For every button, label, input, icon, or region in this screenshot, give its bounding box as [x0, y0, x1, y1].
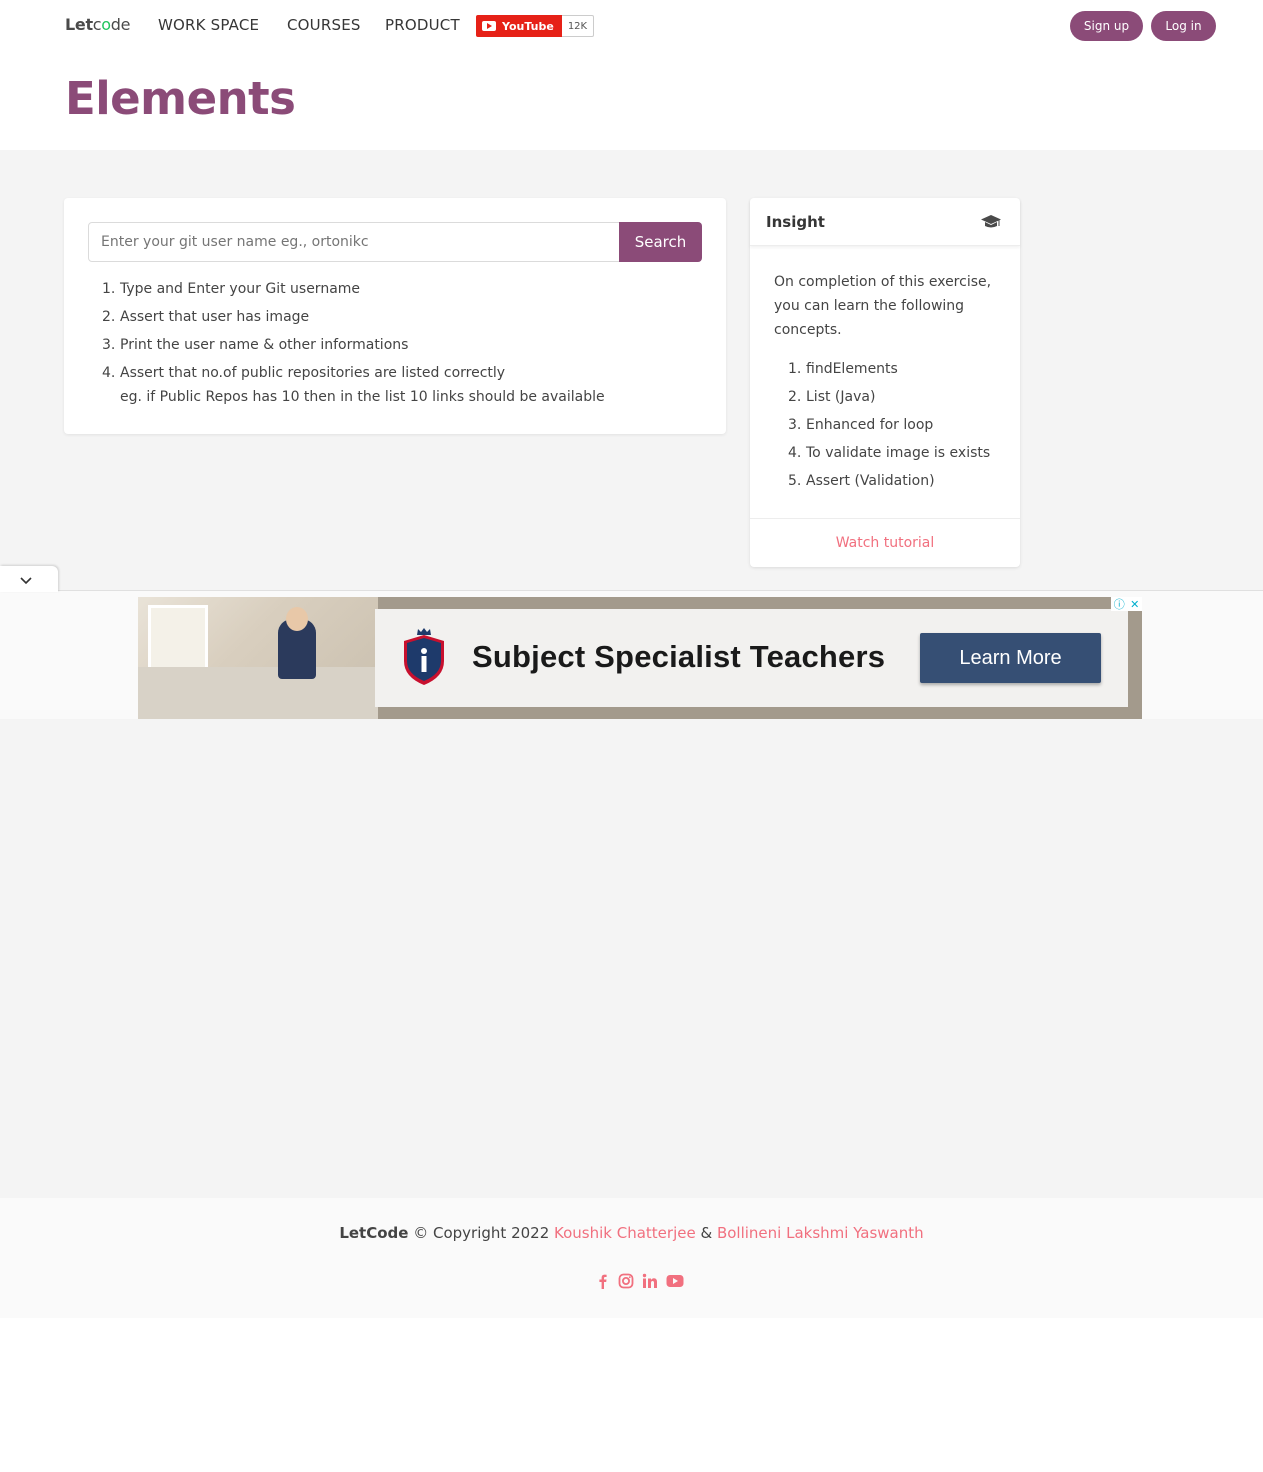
- footer-brand: LetCode: [339, 1224, 409, 1242]
- search-button[interactable]: Search: [619, 222, 702, 262]
- nav-workspace[interactable]: WORK SPACE: [158, 16, 259, 34]
- shield-logo-icon: [404, 628, 444, 685]
- ad-photo-sofa: [138, 667, 378, 719]
- insight-header: Insight: [750, 198, 1020, 246]
- step-text: Print the user name & other informations: [120, 337, 409, 353]
- ad-banner[interactable]: Subject Specialist Teachers Learn More ⓘ…: [138, 597, 1142, 719]
- step-text: Assert that user has image: [120, 309, 310, 325]
- concept-text: findElements: [806, 361, 898, 377]
- concept-number: 5.: [788, 473, 802, 489]
- login-button[interactable]: Log in: [1151, 11, 1216, 41]
- list-item: 5. Assert (Validation): [788, 470, 990, 498]
- youtube-subscriber-count: 12K: [561, 15, 595, 37]
- list-item: 1. Type and Enter your Git username: [102, 278, 505, 306]
- logo-let: Let: [65, 15, 93, 34]
- ad-collapse-tab[interactable]: [0, 566, 58, 592]
- page-title: Elements: [65, 72, 296, 125]
- signup-button[interactable]: Sign up: [1070, 11, 1143, 41]
- youtube-label: YouTube: [476, 15, 562, 37]
- logo-o: o: [101, 15, 111, 34]
- facebook-icon[interactable]: [596, 1273, 610, 1289]
- ampersand: &: [695, 1224, 717, 1242]
- youtube-subscribe-button[interactable]: YouTube 12K: [476, 15, 595, 37]
- copyright-line: LetCode © Copyright 2022 Koushik Chatter…: [0, 1224, 1263, 1242]
- ad-choices[interactable]: ⓘ ✕: [1111, 597, 1142, 611]
- concept-text: Assert (Validation): [806, 473, 935, 489]
- youtube-play-icon: [482, 21, 496, 31]
- list-item: 1. findElements: [788, 358, 990, 386]
- logo-de: de: [110, 15, 131, 34]
- youtube-label-text: YouTube: [502, 19, 554, 33]
- list-item: 2. List (Java): [788, 386, 990, 414]
- step-number: 2.: [102, 309, 116, 325]
- concept-text: Enhanced for loop: [806, 417, 934, 433]
- watch-tutorial-link[interactable]: Watch tutorial: [750, 518, 1020, 567]
- ad-photo: [138, 597, 378, 719]
- concepts-list: 1. findElements 2. List (Java) 3. Enhanced …: [788, 358, 990, 498]
- copyright-text: © Copyright 2022: [408, 1224, 555, 1242]
- step-number: 4.: [102, 365, 116, 381]
- ad-close-icon[interactable]: ✕: [1130, 598, 1139, 611]
- step-note: eg. if Public Repos has 10 then in the l…: [120, 389, 605, 405]
- graduation-cap-icon: [981, 215, 1001, 228]
- logo[interactable]: Letcode: [65, 15, 131, 34]
- concept-number: 1.: [788, 361, 802, 377]
- concept-text: List (Java): [806, 389, 876, 405]
- step-text: Assert that no.of public repositories ar…: [120, 365, 506, 381]
- list-item: 2. Assert that user has image: [102, 306, 505, 334]
- concept-number: 4.: [788, 445, 802, 461]
- ad-info-icon[interactable]: ⓘ: [1114, 597, 1125, 612]
- author-link-bollineni[interactable]: Bollineni Lakshmi Yaswanth: [717, 1224, 924, 1242]
- step-text: Type and Enter your Git username: [120, 281, 361, 297]
- git-username-input[interactable]: [88, 222, 620, 262]
- exercise-steps-list: 1. Type and Enter your Git username 2. Ass…: [102, 278, 605, 405]
- ad-photo-window: [148, 605, 208, 675]
- exercise-card: Search 1.Type and Enter your Git usernam…: [64, 198, 726, 434]
- footer: LetCode © Copyright 2022 Koushik Chatter…: [0, 1198, 1263, 1318]
- list-item: 4. To validate image is exists: [788, 442, 990, 470]
- insight-card: Insight On completion of this exercise, …: [750, 198, 1020, 567]
- navbar: Letcode WORK SPACE COURSES PRODUCT YouTu…: [0, 0, 1263, 52]
- nav-product[interactable]: PRODUCT: [385, 16, 460, 34]
- social-links: [596, 1273, 684, 1289]
- step-number: 3.: [102, 337, 116, 353]
- author-link-koushik[interactable]: Koushik Chatterjee: [554, 1224, 696, 1242]
- list-item: 3. Enhanced for loop: [788, 414, 990, 442]
- concept-number: 2.: [788, 389, 802, 405]
- insight-title: Insight: [766, 213, 825, 231]
- nav-courses[interactable]: COURSES: [287, 16, 361, 34]
- ad-learn-more-button[interactable]: Learn More: [920, 633, 1101, 683]
- concept-number: 3.: [788, 417, 802, 433]
- list-item: 3. Print the user name & other informatio…: [102, 334, 505, 362]
- step-number: 1.: [102, 281, 116, 297]
- linkedin-icon[interactable]: [642, 1273, 658, 1289]
- insight-description: On completion of this exercise, you can …: [774, 274, 992, 338]
- instagram-icon[interactable]: [618, 1273, 634, 1289]
- concept-text: To validate image is exists: [806, 445, 991, 461]
- ad-photo-head: [286, 607, 308, 631]
- youtube-icon[interactable]: [666, 1273, 684, 1289]
- chevron-down-icon: [20, 577, 32, 585]
- ad-headline: Subject Specialist Teachers: [472, 639, 886, 674]
